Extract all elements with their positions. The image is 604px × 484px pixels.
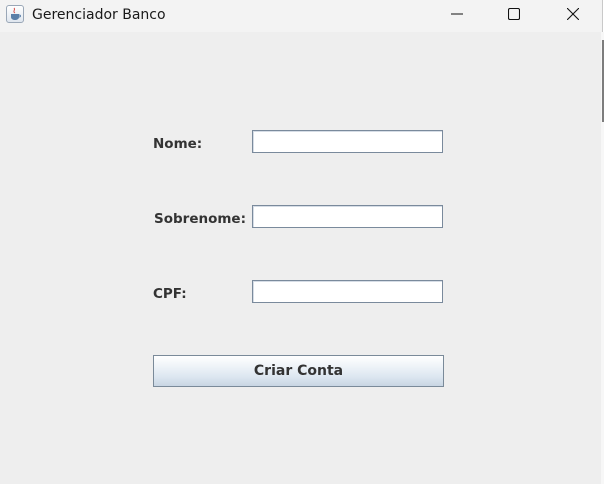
cpf-input[interactable] [252, 280, 443, 303]
nome-input[interactable] [252, 130, 443, 153]
minimize-button[interactable] [434, 0, 480, 30]
app-window: Gerenciador Banco Nome: Sobrenome: CPF: … [0, 0, 604, 484]
minimize-icon [451, 13, 463, 15]
java-cup-icon[interactable] [6, 5, 24, 23]
maximize-icon [508, 8, 520, 20]
window-title: Gerenciador Banco [32, 7, 166, 23]
sobrenome-label: Sobrenome: [154, 211, 246, 227]
maximize-button[interactable] [491, 0, 537, 30]
title-bar[interactable]: Gerenciador Banco [0, 0, 602, 32]
criar-conta-button[interactable]: Criar Conta [153, 355, 444, 387]
close-icon [567, 8, 579, 20]
nome-label: Nome: [153, 136, 203, 152]
sobrenome-input[interactable] [252, 205, 443, 228]
cpf-label: CPF: [153, 286, 187, 302]
close-button[interactable] [550, 0, 596, 30]
